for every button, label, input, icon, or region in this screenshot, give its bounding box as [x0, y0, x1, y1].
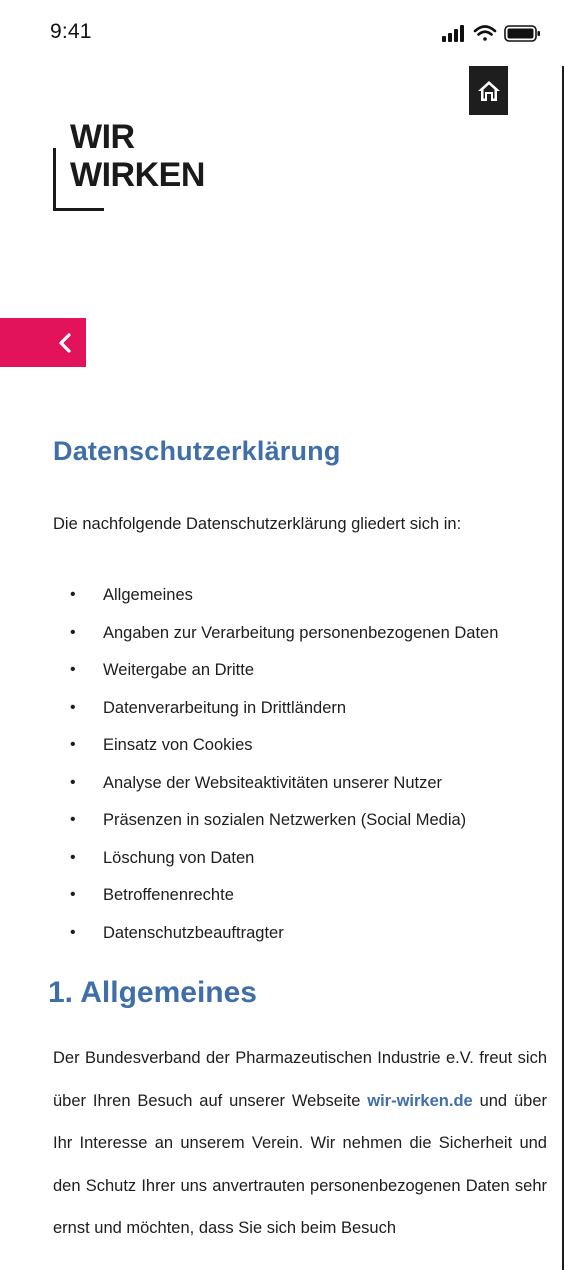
toc-item: Präsenzen in sozialen Netzwerken (Social…: [53, 804, 498, 842]
page-title: Datenschutzerklärung: [53, 436, 341, 466]
toc-item: Einsatz von Cookies: [53, 729, 498, 767]
home-button[interactable]: [469, 66, 508, 115]
logo-text-line2: WIRKEN: [70, 156, 205, 194]
status-icons: [442, 22, 542, 46]
logo-bracket-vertical: [53, 148, 56, 211]
toc-item: Allgemeines: [53, 579, 498, 617]
logo-bracket-horizontal: [53, 208, 104, 211]
toc-item: Datenschutzbeauftragter: [53, 917, 498, 955]
wifi-icon: [473, 25, 497, 41]
table-of-contents: Allgemeines Angaben zur Verarbeitung per…: [53, 579, 498, 954]
home-icon: [477, 80, 500, 101]
logo-text-line1: WIR: [70, 118, 135, 156]
toc-item: Datenverarbeitung in Drittländern: [53, 692, 498, 730]
section-body-text: Der Bundesverband der Pharmazeutischen I…: [53, 1037, 547, 1250]
chevron-left-icon: [59, 332, 71, 353]
back-button[interactable]: [0, 318, 86, 367]
toc-item: Löschung von Daten: [53, 842, 498, 880]
website-link[interactable]: wir-wirken.de: [367, 1092, 472, 1110]
status-time: 9:41: [50, 20, 92, 43]
wir-wirken-logo[interactable]: WIR WIRKEN: [53, 118, 233, 213]
battery-icon: [504, 25, 540, 42]
toc-item: Weitergabe an Dritte: [53, 654, 498, 692]
intro-text: Die nachfolgende Datenschutzerklärung gl…: [53, 515, 462, 533]
toc-item: Angaben zur Verarbeitung personenbezogen…: [53, 617, 498, 655]
toc-item: Analyse der Websiteaktivitäten unserer N…: [53, 767, 498, 805]
status-bar: 9:41: [0, 0, 564, 66]
section-heading-allgemeines: 1. Allgemeines: [48, 976, 257, 1009]
cellular-signal-icon: [442, 25, 464, 42]
body-text-part2: und über Ihr Interesse an unserem Verein…: [53, 1091, 547, 1238]
toc-item: Betroffenenrechte: [53, 879, 498, 917]
